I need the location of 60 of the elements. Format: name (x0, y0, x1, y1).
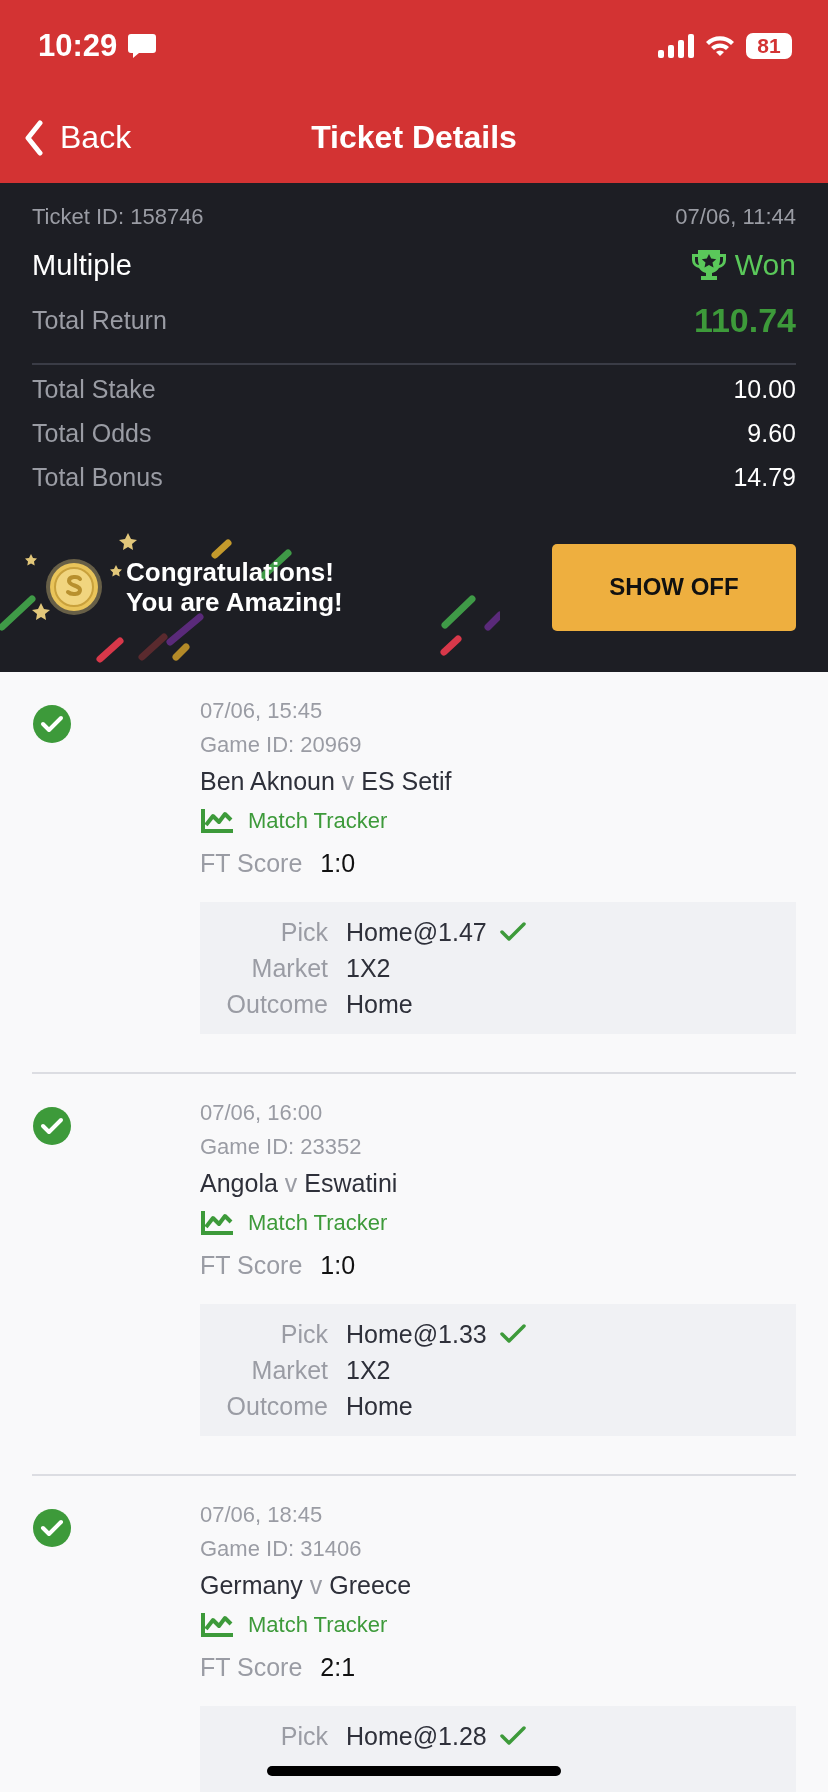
detail-label: Market (251, 953, 328, 984)
total-value: 14.79 (733, 462, 796, 492)
bet-type: Multiple (32, 248, 132, 282)
show-off-button[interactable]: SHOW OFF (552, 543, 796, 631)
coin-icon (44, 557, 104, 617)
detail-value: 1X2 (346, 1355, 391, 1386)
score-value: 1:0 (320, 848, 356, 878)
total-label: Total Stake (32, 374, 156, 404)
detail-label: Pick (280, 1721, 328, 1752)
match-tracker-link[interactable]: Match Tracker (200, 1604, 388, 1646)
detail-label: Pick (280, 917, 328, 948)
game-id: Game ID: 23352 (200, 1133, 362, 1161)
signal-icon (658, 34, 694, 58)
total-value: 9.60 (747, 418, 796, 448)
wifi-icon (704, 34, 736, 58)
total-value: 10.00 (733, 374, 796, 404)
detail-label: Outcome (226, 989, 328, 1020)
match-date: 07/06, 15:45 (200, 697, 323, 725)
detail-label: Outcome (226, 1391, 328, 1422)
score-value: 2:1 (320, 1652, 356, 1682)
detail-value: Home (346, 989, 413, 1020)
match-tracker-link[interactable]: Match Tracker (200, 1202, 388, 1244)
ticket-id: Ticket ID: 158746 (32, 204, 204, 230)
match-teams: Ben Aknoun v ES Setif (200, 766, 452, 797)
trophy-icon (690, 248, 727, 282)
detail-value: Home@1.47 (346, 917, 487, 948)
total-label: Total Bonus (32, 462, 163, 492)
match-teams: Germany v Greece (200, 1570, 412, 1601)
game-id: Game ID: 20969 (200, 731, 362, 759)
total-return-value: 110.74 (693, 300, 796, 340)
detail-label: Pick (280, 1319, 328, 1350)
score-label: FT Score (200, 848, 303, 878)
ticket-date: 07/06, 11:44 (675, 204, 796, 230)
match-date: 07/06, 18:45 (200, 1501, 323, 1529)
detail-label: Market (251, 1355, 328, 1386)
score-value: 1:0 (320, 1250, 356, 1280)
detail-value: 1X2 (346, 953, 391, 984)
total-label: Total Odds (32, 418, 152, 448)
detail-value: Home@1.33 (346, 1319, 487, 1350)
line-chart-icon (200, 808, 234, 834)
match-tracker-link[interactable]: Match Tracker (200, 800, 388, 842)
ticket-status: Won (734, 248, 796, 282)
status-time: 10:29 (38, 28, 118, 64)
message-icon (127, 32, 158, 60)
detail-value: Home (346, 1391, 413, 1422)
total-return-label: Total Return (32, 305, 167, 335)
game-id: Game ID: 31406 (200, 1535, 362, 1563)
match-teams: Angola v Eswatini (200, 1168, 398, 1199)
score-label: FT Score (200, 1250, 303, 1280)
line-chart-icon (200, 1210, 234, 1236)
battery-level: 81 (757, 34, 781, 58)
congrats-text: You are Amazing! (126, 587, 343, 617)
page-title: Ticket Details (311, 119, 517, 156)
match-date: 07/06, 16:00 (200, 1099, 323, 1127)
line-chart-icon (200, 1612, 234, 1638)
congrats-text: Congratulations! (126, 557, 335, 587)
score-label: FT Score (200, 1652, 303, 1682)
back-button[interactable]: Back (0, 119, 132, 156)
chevron-left-icon (24, 119, 44, 156)
detail-value: Home@1.28 (346, 1721, 487, 1752)
